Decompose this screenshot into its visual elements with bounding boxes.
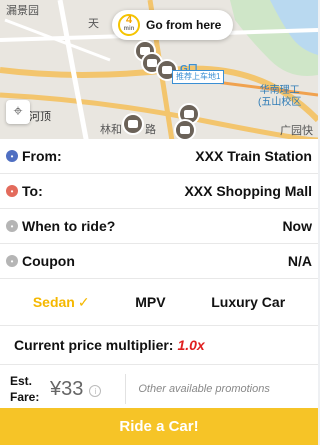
map-label: 漏景园 [6, 5, 39, 17]
pickup-badge: 推荐上车地1 [172, 70, 225, 84]
when-row[interactable]: • When to ride? Now [0, 209, 318, 244]
map-label: 林和 [100, 124, 122, 136]
map-label: 天 [88, 18, 99, 30]
fare-estimate: Est. Fare: ¥33 i Other available promoti… [0, 365, 318, 413]
car-icon [174, 119, 196, 141]
map-label: 广园快 [280, 125, 313, 137]
map-label-university: 华南理工 (五山校区 [258, 85, 302, 108]
origin-dot-icon: • [6, 150, 18, 162]
go-from-here-tooltip[interactable]: 4 min Go from here [112, 10, 234, 40]
divider [125, 374, 127, 404]
check-icon: ✓ [77, 293, 90, 310]
ride-a-car-button[interactable]: Ride a Car! [0, 408, 318, 445]
to-row[interactable]: • To: XXX Shopping Mall [0, 174, 318, 209]
from-row[interactable]: • From: XXX Train Station [0, 139, 318, 174]
locate-button[interactable]: ⌖ [6, 100, 30, 124]
clock-icon: • [6, 220, 18, 232]
car-type-tabs: Sedan ✓ MPV Luxury Car [0, 279, 318, 326]
coupon-row[interactable]: • Coupon N/A [0, 244, 318, 279]
from-value: XXX Train Station [195, 148, 312, 164]
map-view[interactable]: 漏景园 天 沙河顶 林和 路 华南理工 (五山校区 广园快 G口 4 min G… [0, 0, 318, 160]
to-value: XXX Shopping Mall [184, 183, 312, 199]
tab-luxury-car[interactable]: Luxury Car [211, 294, 285, 310]
to-label: To: [22, 183, 43, 199]
coupon-value: N/A [287, 253, 312, 269]
fare-amount: ¥33 [50, 377, 84, 400]
destination-dot-icon: • [6, 185, 18, 197]
car-icon [122, 113, 144, 135]
tab-mpv[interactable]: MPV [135, 294, 165, 310]
price-multiplier: Current price multiplier: 1.0x [0, 326, 318, 365]
tooltip-text: Go from here [146, 18, 222, 32]
multiplier-label: Current price multiplier: [14, 337, 174, 353]
ride-panel: • From: XXX Train Station • To: XXX Shop… [0, 139, 318, 413]
coupon-label: Coupon [22, 253, 75, 269]
info-icon[interactable]: i [89, 385, 102, 397]
when-value: Now [282, 218, 312, 234]
when-label: When to ride? [22, 218, 116, 234]
from-label: From: [22, 148, 62, 164]
tab-sedan[interactable]: Sedan ✓ [33, 294, 90, 311]
coupon-icon: • [6, 255, 18, 267]
est-fare-label: Est. Fare: [10, 374, 40, 404]
eta-badge: 4 min [118, 14, 140, 36]
multiplier-value: 1.0x [177, 337, 205, 353]
map-label: 路 [145, 124, 156, 136]
promotions-link[interactable]: Other available promotions [138, 383, 269, 395]
